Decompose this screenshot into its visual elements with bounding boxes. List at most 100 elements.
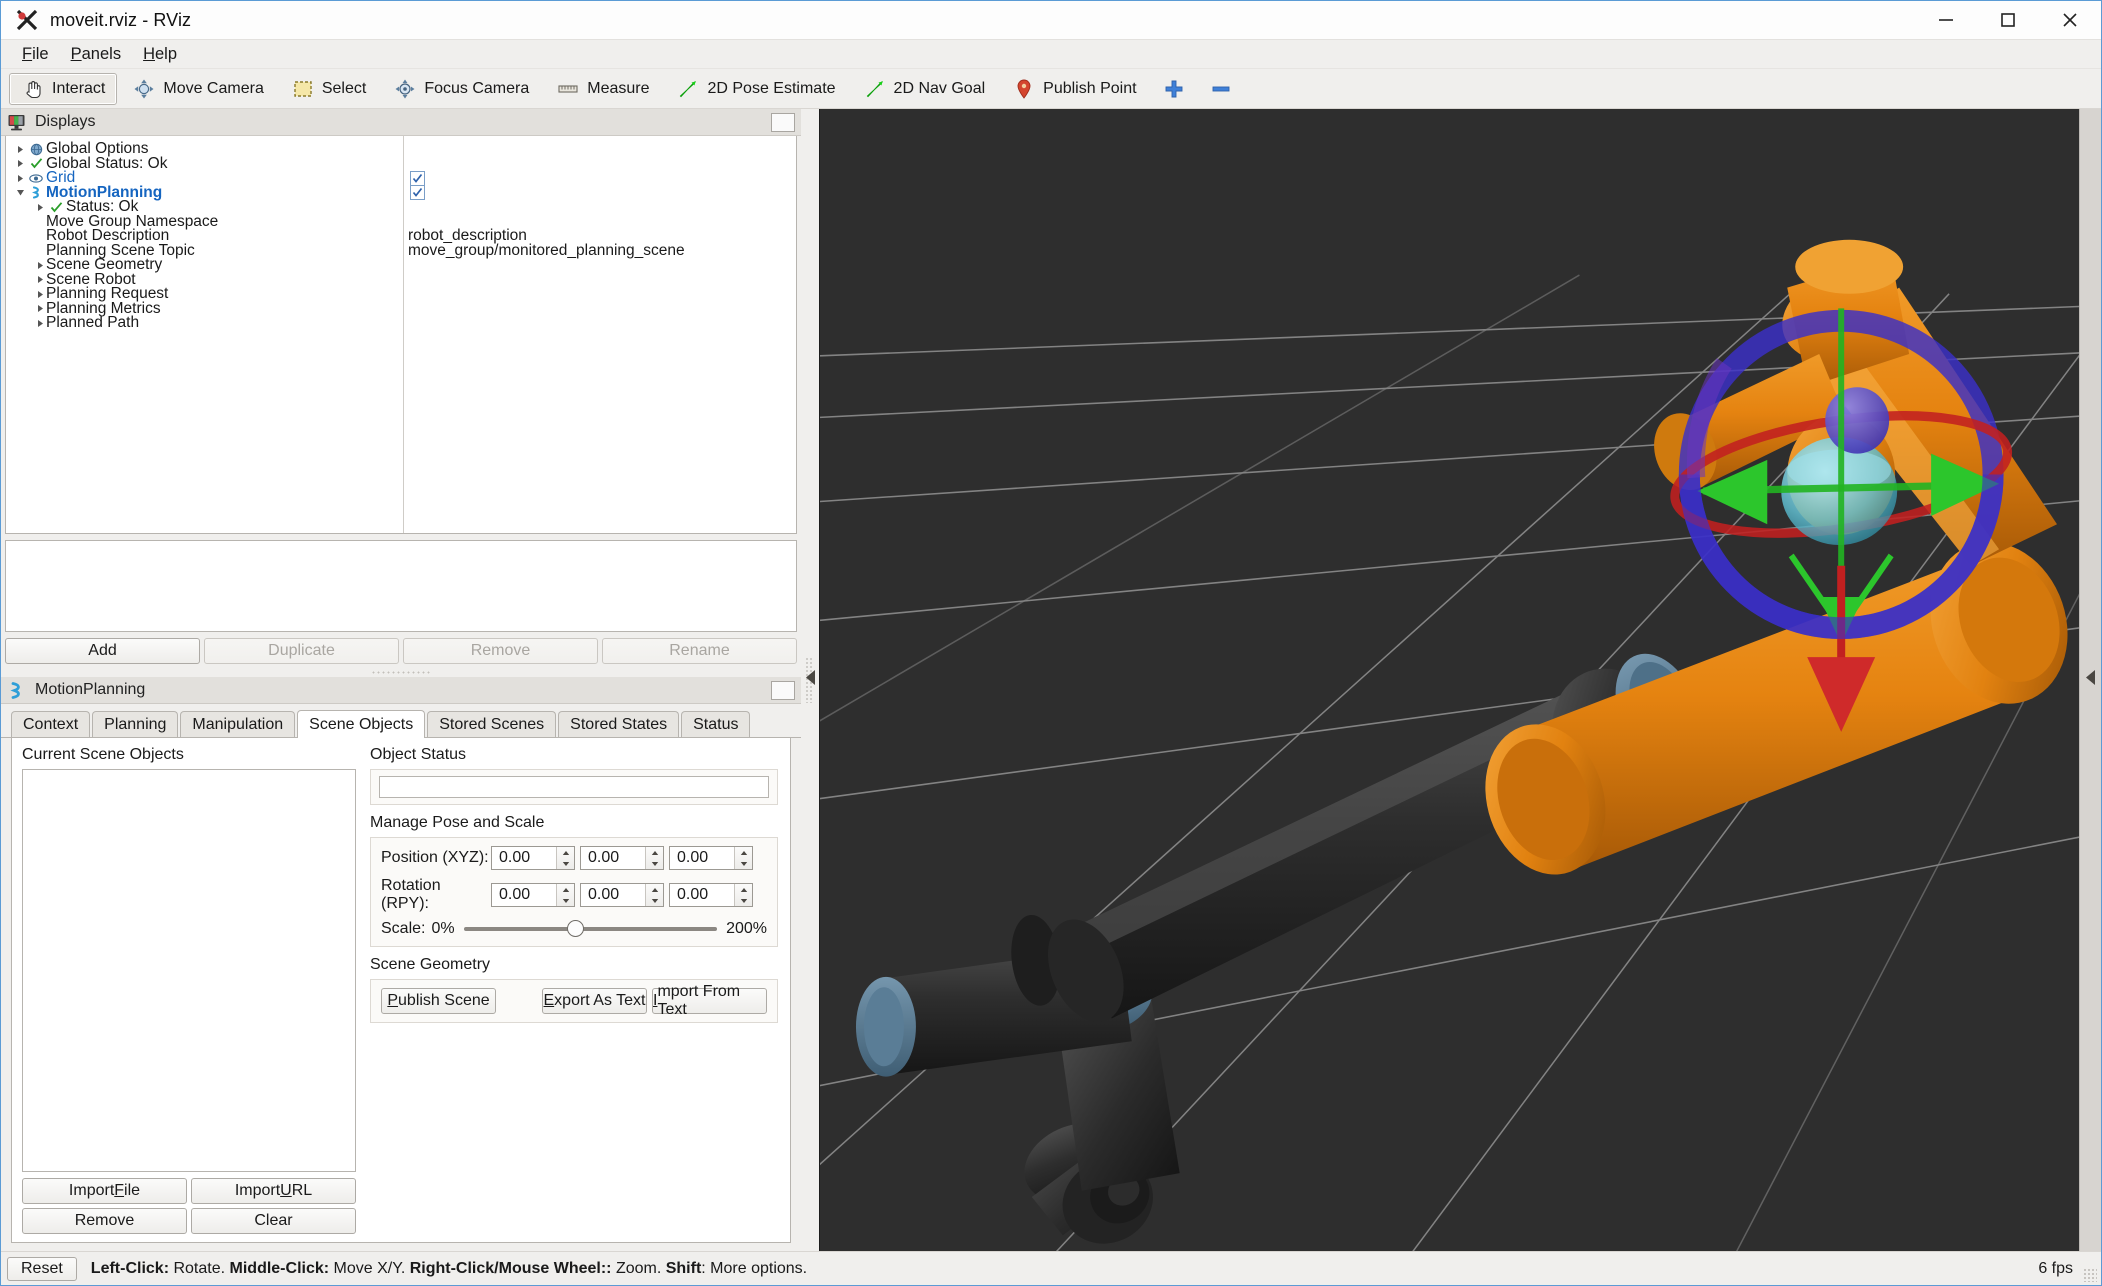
stepper-up-icon[interactable] xyxy=(557,884,574,895)
object-properties-section: Object Status Manage Pose and Scale Posi… xyxy=(364,738,790,1242)
tool-move-camera[interactable]: Move Camera xyxy=(120,73,275,105)
dock-splitter[interactable] xyxy=(801,109,819,1251)
expander-collapsed-icon[interactable] xyxy=(34,261,46,270)
tab-context[interactable]: Context xyxy=(11,711,91,737)
stepper-up-icon[interactable] xyxy=(735,847,752,858)
import-url-button[interactable]: Import U RL xyxy=(191,1178,356,1204)
position-x-stepper[interactable]: 0.00 xyxy=(491,846,575,870)
tool-publish-point[interactable]: Publish Point xyxy=(1000,73,1148,105)
expander-collapsed-icon[interactable] xyxy=(34,319,46,328)
menu-help[interactable]: Help xyxy=(132,42,188,67)
green-arrow-icon xyxy=(676,77,700,101)
tree-value-row[interactable]: move_group/monitored_planning_scene xyxy=(404,242,796,259)
toolbar: Interact Move Camera Select Focus Camera… xyxy=(1,69,2101,109)
expander-collapsed-icon[interactable] xyxy=(34,290,46,299)
clear-objects-button[interactable]: Clear xyxy=(191,1208,356,1234)
stepper-down-icon[interactable] xyxy=(557,858,574,869)
motionplanning-enabled-checkbox[interactable] xyxy=(410,185,425,201)
expander-collapsed-icon[interactable] xyxy=(34,304,46,313)
stepper-down-icon[interactable] xyxy=(646,895,663,906)
expander-expanded-icon[interactable] xyxy=(14,188,26,197)
tab-planning[interactable]: Planning xyxy=(92,711,179,737)
tree-value-row xyxy=(404,157,796,172)
stepper-arrows[interactable] xyxy=(734,847,752,869)
scene-objects-tab-content: Current Scene Objects Import File Import… xyxy=(11,738,791,1243)
tab-status[interactable]: Status xyxy=(681,711,751,737)
tool-2d-nav-goal[interactable]: 2D Nav Goal xyxy=(851,73,998,105)
import-file-button[interactable]: Import File xyxy=(22,1178,187,1204)
tool-measure[interactable]: Measure xyxy=(544,73,661,105)
title-bar: moveit.rviz - RViz xyxy=(1,1,2101,40)
export-as-text-button[interactable]: Export As Text xyxy=(542,988,647,1014)
current-scene-objects-section: Current Scene Objects Import File Import… xyxy=(12,738,364,1242)
stepper-arrows[interactable] xyxy=(556,884,574,906)
scale-max-label: 200% xyxy=(726,920,767,937)
tool-remove-tool-button[interactable] xyxy=(1199,73,1243,105)
rotation-p-stepper[interactable]: 0.00 xyxy=(580,883,664,907)
expander-collapsed-icon[interactable] xyxy=(34,275,46,284)
stepper-down-icon[interactable] xyxy=(557,895,574,906)
tab-manipulation[interactable]: Manipulation xyxy=(180,711,296,737)
expander-collapsed-icon[interactable] xyxy=(34,203,46,212)
import-from-text-button[interactable]: Import From Text xyxy=(652,983,767,1018)
select-rect-icon xyxy=(291,77,315,101)
rotation-r-stepper[interactable]: 0.00 xyxy=(491,883,575,907)
menu-file[interactable]: File xyxy=(11,42,60,67)
stepper-down-icon[interactable] xyxy=(735,895,752,906)
add-display-button[interactable]: Add xyxy=(5,638,200,664)
tool-interact-label: Interact xyxy=(52,79,106,97)
collapse-right-dock-icon[interactable] xyxy=(2084,669,2097,691)
object-status-field[interactable] xyxy=(379,776,769,798)
publish-scene-button[interactable]: Publish Scene xyxy=(381,988,496,1014)
tab-scene-objects[interactable]: Scene Objects xyxy=(297,710,426,738)
grid-enabled-checkbox[interactable] xyxy=(410,170,425,186)
tool-interact[interactable]: Interact xyxy=(9,72,118,105)
displays-float-button[interactable] xyxy=(771,112,795,132)
motion-planning-icon xyxy=(7,681,26,700)
stepper-arrows[interactable] xyxy=(645,884,663,906)
rotation-y-stepper[interactable]: 0.00 xyxy=(669,883,753,907)
motion-planning-float-button[interactable] xyxy=(771,680,795,700)
position-y-stepper[interactable]: 0.00 xyxy=(580,846,664,870)
scale-slider[interactable] xyxy=(463,920,718,937)
window-size-grip[interactable] xyxy=(2083,1268,2097,1282)
position-z-stepper[interactable]: 0.00 xyxy=(669,846,753,870)
expander-collapsed-icon[interactable] xyxy=(14,159,26,168)
stepper-arrows[interactable] xyxy=(734,884,752,906)
scene-objects-list[interactable] xyxy=(22,769,356,1172)
tool-focus-camera[interactable]: Focus Camera xyxy=(381,73,541,105)
stepper-up-icon[interactable] xyxy=(557,847,574,858)
tab-stored-scenes[interactable]: Stored Scenes xyxy=(427,711,557,737)
remove-display-button[interactable]: Remove xyxy=(403,638,598,664)
rviz-x-icon xyxy=(14,7,40,33)
tool-add-tool-button[interactable] xyxy=(1152,73,1196,105)
reset-view-button[interactable]: Reset xyxy=(7,1256,77,1281)
panel-splitter-handle[interactable] xyxy=(1,668,801,677)
expander-collapsed-icon[interactable] xyxy=(14,174,26,183)
tool-2d-pose-estimate[interactable]: 2D Pose Estimate xyxy=(664,73,847,105)
tool-select[interactable]: Select xyxy=(279,73,378,105)
stepper-up-icon[interactable] xyxy=(646,884,663,895)
remove-object-button[interactable]: Remove xyxy=(22,1208,187,1234)
scale-slider-knob[interactable] xyxy=(567,920,585,937)
duplicate-display-button[interactable]: Duplicate xyxy=(204,638,399,664)
3d-viewport[interactable] xyxy=(819,109,2079,1251)
hint-right-click-bold: Right-Click/Mouse Wheel:: xyxy=(409,1259,612,1277)
stepper-arrows[interactable] xyxy=(556,847,574,869)
stepper-down-icon[interactable] xyxy=(735,858,752,869)
menu-panels[interactable]: Panels xyxy=(60,42,132,67)
right-dock-collapser[interactable] xyxy=(2079,109,2101,1251)
motion-planning-panel-header: MotionPlanning xyxy=(1,677,801,704)
stepper-up-icon[interactable] xyxy=(735,884,752,895)
tree-item-planned-path[interactable]: Planned Path xyxy=(6,314,403,331)
maximize-icon[interactable] xyxy=(1977,1,2039,40)
stepper-up-icon[interactable] xyxy=(646,847,663,858)
minimize-icon[interactable] xyxy=(1915,1,1977,40)
tab-stored-states[interactable]: Stored States xyxy=(558,711,680,737)
close-icon[interactable] xyxy=(2039,1,2101,40)
rename-display-button[interactable]: Rename xyxy=(602,638,797,664)
stepper-arrows[interactable] xyxy=(645,847,663,869)
expander-collapsed-icon[interactable] xyxy=(14,145,26,154)
stepper-down-icon[interactable] xyxy=(646,858,663,869)
collapse-left-dock-icon[interactable] xyxy=(804,669,817,691)
